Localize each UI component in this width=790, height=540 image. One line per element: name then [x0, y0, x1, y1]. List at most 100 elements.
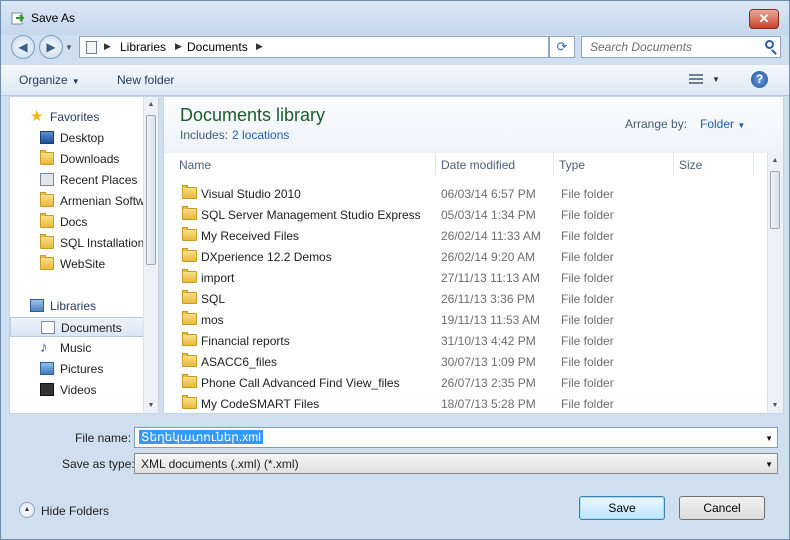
sidebar-item-recent-places[interactable]: Recent Places [10, 170, 145, 190]
help-icon[interactable]: ? [751, 71, 768, 88]
file-date-cell: 18/07/13 5:28 PM [441, 397, 536, 411]
table-row[interactable]: SQL Server Management Studio Express 05/0… [164, 204, 764, 225]
folder-icon [182, 248, 197, 262]
library-includes: Includes: 2 locations [180, 128, 289, 142]
scroll-up-icon[interactable]: ▲ [144, 97, 158, 112]
column-header-type[interactable]: Type [554, 153, 674, 175]
change-view-icon[interactable] [689, 74, 703, 84]
folder-icon [182, 374, 197, 388]
column-header-size[interactable]: Size [674, 153, 754, 175]
filename-input[interactable]: Տեղեկատուներ.xml [139, 430, 263, 444]
scroll-down-icon[interactable]: ▼ [144, 398, 158, 413]
file-date-cell: 30/07/13 1:09 PM [441, 355, 536, 369]
folder-icon [40, 192, 54, 207]
search-input[interactable]: Search Documents [590, 40, 692, 54]
crumb-separator-icon[interactable]: ▶ [256, 41, 263, 52]
crumb-separator-icon[interactable]: ▶ [175, 41, 182, 52]
file-name-cell: mos [201, 313, 224, 327]
savetype-value: XML documents (.xml) (*.xml) [141, 457, 299, 471]
file-date-cell: 31/10/13 4:42 PM [441, 334, 536, 348]
command-bar: Organize ▼ New folder ▼ ? [1, 65, 789, 96]
back-button[interactable]: ◀ [11, 35, 35, 59]
recent-pages-dropdown[interactable]: ▼ [65, 43, 73, 52]
filename-field[interactable]: Տեղեկատուներ.xml ▼ [134, 427, 778, 448]
table-row[interactable]: ASACC6_files 30/07/13 1:09 PM File folder [164, 351, 764, 372]
file-type-cell: File folder [561, 376, 614, 390]
sidebar-item-sql-installation[interactable]: SQL Installation [10, 233, 145, 253]
breadcrumb-libraries[interactable]: Libraries [120, 40, 166, 54]
sidebar-item-favorites[interactable]: ★ Favorites [10, 107, 145, 127]
sidebar-item-docs[interactable]: Docs [10, 212, 145, 232]
file-list-scroll-thumb[interactable] [770, 171, 780, 229]
chevron-down-icon[interactable]: ▼ [765, 460, 773, 469]
close-button[interactable]: ✕ [749, 9, 779, 29]
library-header: Documents library Includes: 2 locations A… [164, 97, 783, 153]
refresh-button[interactable]: ⟳ [549, 36, 575, 58]
chevron-down-icon: ▼ [737, 121, 746, 130]
savetype-select[interactable]: XML documents (.xml) (*.xml) ▼ [134, 453, 778, 474]
pictures-icon [40, 362, 54, 375]
table-row[interactable]: Visual Studio 2010 06/03/14 6:57 PM File f… [164, 183, 764, 204]
folder-icon [182, 269, 197, 283]
table-row[interactable]: Phone Call Advanced Find View_files 26/07… [164, 372, 764, 393]
table-row[interactable]: SQL 26/11/13 3:36 PM File folder [164, 288, 764, 309]
view-options-dropdown[interactable]: ▼ [712, 75, 720, 84]
navigation-pane: ★ Favorites Desktop Downloads Recent Pla… [9, 96, 159, 414]
locations-link[interactable]: 2 locations [232, 128, 289, 142]
folder-icon [182, 227, 197, 241]
sidebar-scrollbar[interactable]: ▲ ▼ [143, 97, 158, 413]
new-folder-button[interactable]: New folder [117, 73, 174, 87]
file-list-scrollbar[interactable]: ▲ ▼ [767, 153, 783, 413]
chevron-up-icon: ▲ [19, 502, 35, 518]
search-icon[interactable] [765, 40, 774, 49]
includes-label: Includes: [180, 128, 229, 142]
sidebar-item-label: Music [60, 341, 92, 355]
sidebar-scroll-thumb[interactable] [146, 115, 156, 265]
table-row[interactable]: DXperience 12.2 Demos 26/02/14 9:20 AM Fil… [164, 246, 764, 267]
arrange-by-dropdown[interactable]: Folder ▼ [700, 117, 745, 131]
sidebar-item-downloads[interactable]: Downloads [10, 149, 145, 169]
forward-button[interactable]: ▶ [39, 35, 63, 59]
folder-icon [182, 290, 197, 304]
sidebar-item-music[interactable]: ♪ Music [10, 338, 145, 358]
sidebar-item-website[interactable]: WebSite [10, 254, 145, 274]
sidebar-item-desktop[interactable]: Desktop [10, 128, 145, 148]
column-header-name[interactable]: Name [174, 153, 436, 175]
chevron-down-icon[interactable]: ▼ [765, 434, 773, 443]
folder-icon [40, 255, 54, 270]
arrange-by-label: Arrange by: [625, 117, 688, 131]
table-row[interactable]: My CodeSMART Files 18/07/13 5:28 PM File f… [164, 393, 764, 413]
table-row[interactable]: import 27/11/13 11:13 AM File folder [164, 267, 764, 288]
title-bar[interactable]: Save As ✕ [1, 1, 789, 35]
sidebar-item-libraries[interactable]: Libraries [10, 296, 145, 316]
address-bar[interactable]: ▶ Libraries ▶ Documents ▶ [79, 36, 549, 58]
organize-label: Organize [19, 73, 68, 87]
sidebar-item-videos[interactable]: Videos [10, 380, 145, 400]
cancel-button[interactable]: Cancel [679, 496, 765, 520]
folder-icon [40, 234, 54, 249]
save-button[interactable]: Save [579, 496, 665, 520]
sidebar-item-label: Favorites [50, 110, 100, 124]
table-row[interactable]: My Received Files 26/02/14 11:33 AM File f… [164, 225, 764, 246]
scroll-down-icon[interactable]: ▼ [768, 398, 782, 413]
crumb-separator-icon[interactable]: ▶ [104, 41, 111, 52]
file-type-cell: File folder [561, 334, 614, 348]
table-row[interactable]: Financial reports 31/10/13 4:42 PM File fo… [164, 330, 764, 351]
savetype-label: Save as type: [62, 457, 135, 471]
sidebar-item-label: Docs [60, 215, 88, 229]
sidebar-item-pictures[interactable]: Pictures [10, 359, 145, 379]
column-header-date[interactable]: Date modified [436, 153, 554, 175]
file-date-cell: 05/03/14 1:34 PM [441, 208, 536, 222]
breadcrumb-documents[interactable]: Documents [187, 40, 248, 54]
file-date-cell: 26/02/14 11:33 AM [441, 229, 541, 243]
table-row[interactable]: mos 19/11/13 11:53 AM File folder [164, 309, 764, 330]
organize-menu[interactable]: Organize ▼ [19, 73, 80, 87]
navigation-bar: ◀ ▶ ▼ ▶ Libraries ▶ Documents ▶ ⟳ Search… [1, 35, 789, 61]
file-date-cell: 06/03/14 6:57 PM [441, 187, 536, 201]
scroll-up-icon[interactable]: ▲ [768, 153, 782, 168]
file-list-pane: Documents library Includes: 2 locations A… [163, 96, 784, 414]
file-date-cell: 26/11/13 3:36 PM [441, 292, 535, 306]
sidebar-item-documents[interactable]: Documents [10, 317, 145, 337]
sidebar-item-armenian-software[interactable]: Armenian Software [10, 191, 145, 211]
search-box[interactable]: Search Documents [581, 36, 781, 58]
